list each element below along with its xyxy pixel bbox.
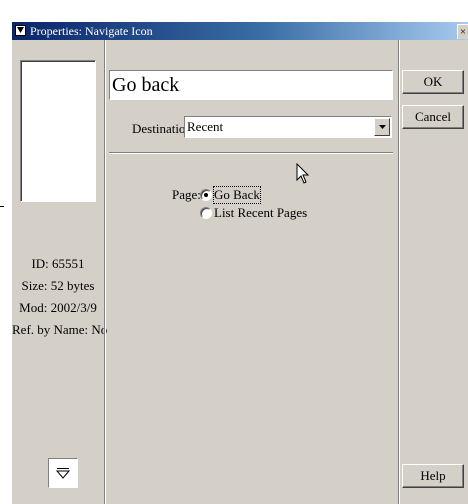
background-line — [0, 206, 4, 207]
navigate-icon — [56, 468, 70, 479]
radio-list-recent-pages[interactable] — [200, 207, 212, 219]
destination-value: Recent — [187, 119, 224, 134]
icon-preview — [20, 60, 96, 202]
title-bar[interactable]: Properties: Navigate Icon × — [12, 22, 468, 40]
close-button[interactable]: × — [457, 24, 468, 39]
cancel-button[interactable]: Cancel — [402, 105, 464, 129]
icon-id: ID: 65551 — [31, 256, 85, 271]
left-separator-highlight — [105, 40, 106, 504]
radio-list-recent-pages-label[interactable]: List Recent Pages — [214, 205, 307, 221]
dropdown-arrow-icon[interactable] — [374, 118, 390, 136]
icon-type-box — [48, 458, 78, 488]
mouse-pointer-icon — [296, 163, 310, 184]
icon-info-panel: ID: 65551 Size: 52 bytes Mod: 2002/3/9 R… — [12, 40, 108, 504]
icon-mod-date: Mod: 2002/3/9 — [19, 300, 97, 315]
navigate-triangle-icon — [15, 25, 26, 36]
properties-dialog: Properties: Navigate Icon × ID: 65551 Si… — [12, 22, 468, 504]
icon-size: Size: 52 bytes — [21, 278, 95, 293]
radio-selected-dot — [204, 193, 208, 197]
icon-name-field[interactable]: Go back — [109, 70, 393, 100]
horizontal-separator — [109, 152, 393, 154]
help-button[interactable]: Help — [402, 464, 464, 488]
ok-button[interactable]: OK — [402, 70, 464, 94]
radio-go-back[interactable] — [200, 189, 212, 201]
window-title: Properties: Navigate Icon — [30, 24, 153, 38]
page-label: Page: — [172, 187, 201, 202]
icon-ref-by-name: Ref. by Name: No — [12, 322, 108, 337]
destination-select[interactable]: Recent — [184, 116, 392, 138]
radio-go-back-label[interactable]: Go Back — [213, 186, 261, 204]
right-separator-highlight — [399, 40, 400, 504]
